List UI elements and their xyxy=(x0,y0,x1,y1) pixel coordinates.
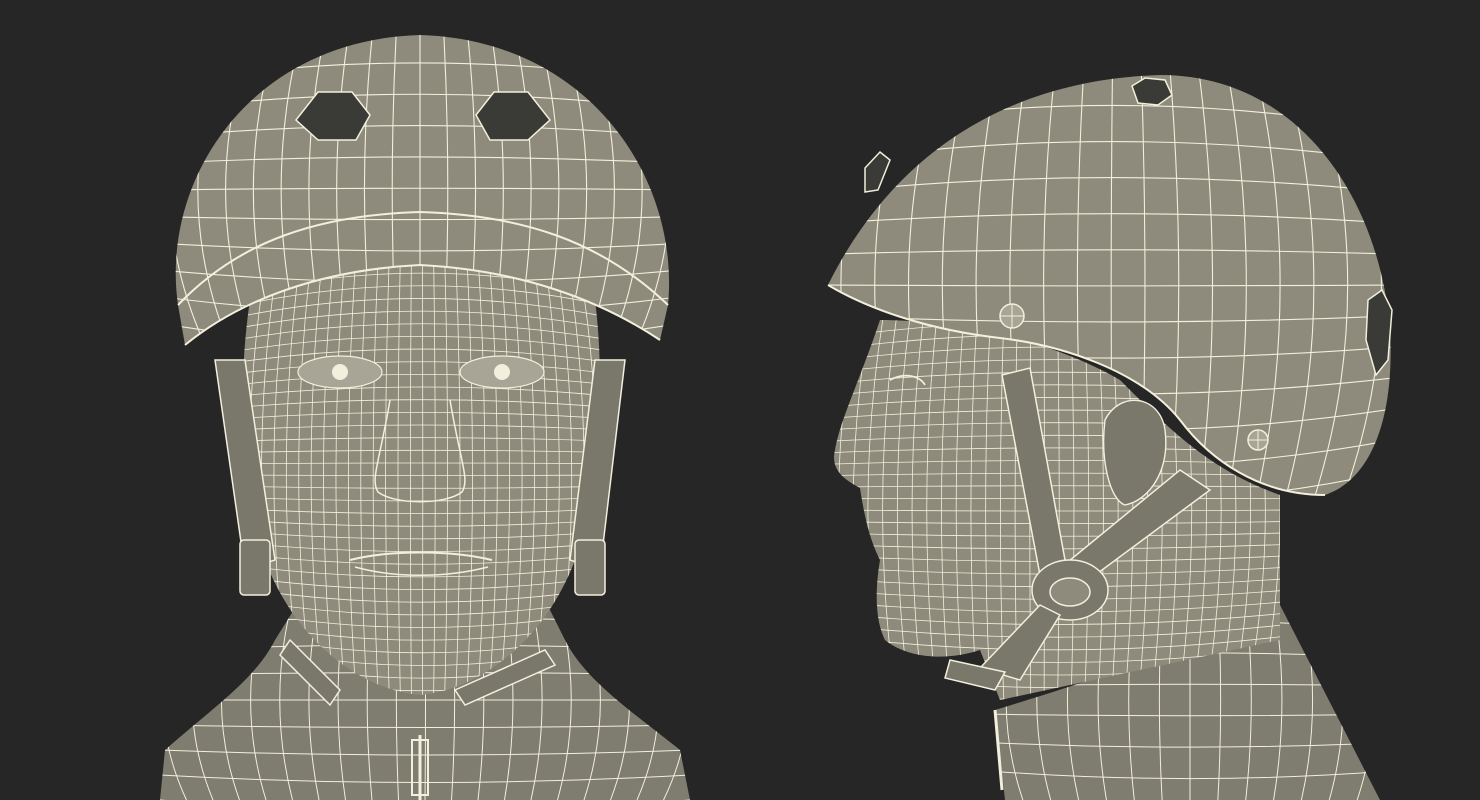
front-view-svg xyxy=(160,35,690,800)
side-view xyxy=(740,0,1480,800)
side-view-svg xyxy=(827,75,1393,800)
front-view xyxy=(0,0,740,800)
helmet-vent-front xyxy=(864,150,891,193)
render-viewport xyxy=(0,0,1480,800)
